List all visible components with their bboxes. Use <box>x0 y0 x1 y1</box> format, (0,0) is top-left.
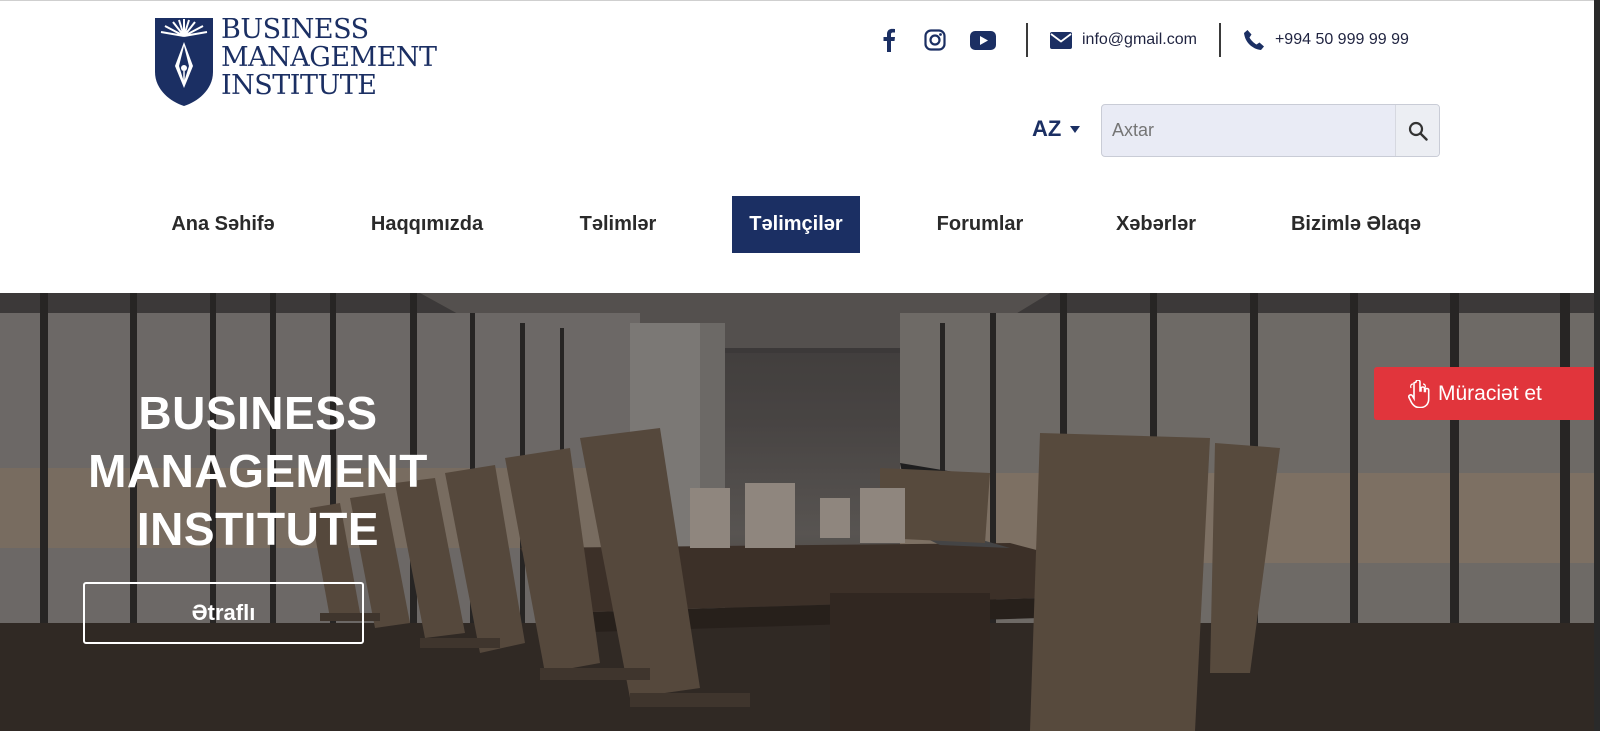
search-input[interactable] <box>1102 105 1395 156</box>
search-button[interactable] <box>1395 105 1439 156</box>
logo-text: BUSINESS MANAGEMENT INSTITUTE <box>221 16 437 100</box>
hero-title: BUSINESS MANAGEMENT INSTITUTE <box>83 384 433 558</box>
hero-title-line-1: BUSINESS <box>138 387 378 439</box>
hero-title-line-2: MANAGEMENT <box>88 445 428 497</box>
email-text: info@gmail.com <box>1082 31 1197 48</box>
phone-link[interactable]: +994 50 999 99 99 <box>1243 29 1409 51</box>
main-nav: Ana Səhifə Haqqımızda Təlimlər Təlimçilə… <box>0 196 1594 253</box>
phone-icon <box>1243 30 1264 50</box>
contact-bar: info@gmail.com +994 50 999 99 99 <box>876 22 1409 58</box>
phone-text: +994 50 999 99 99 <box>1274 31 1409 48</box>
logo-line-3: INSTITUTE <box>221 70 377 101</box>
hero-banner: BUSINESS MANAGEMENT INSTITUTE Ətraflı Mü… <box>0 293 1594 731</box>
nav-item-home[interactable]: Ana Səhifə <box>153 196 293 253</box>
facebook-icon[interactable] <box>876 27 902 53</box>
site-logo[interactable]: BUSINESS MANAGEMENT INSTITUTE <box>153 16 437 108</box>
search-icon <box>1408 121 1428 141</box>
youtube-icon[interactable] <box>968 27 998 53</box>
top-border <box>0 0 1600 1</box>
hand-pointer-icon <box>1408 379 1430 408</box>
nav-item-about[interactable]: Haqqımızda <box>350 196 504 253</box>
site-header: BUSINESS MANAGEMENT INSTITUTE info@gmail… <box>0 0 1594 293</box>
logo-shield-icon <box>155 18 213 106</box>
logo-line-1: BUSINESS <box>221 14 369 45</box>
envelope-icon <box>1050 31 1072 49</box>
instagram-icon[interactable] <box>922 27 948 53</box>
apply-button[interactable]: Müraciət et <box>1374 367 1594 420</box>
email-link[interactable]: info@gmail.com <box>1050 31 1197 49</box>
language-selector[interactable]: AZ <box>1032 116 1081 142</box>
apply-button-label: Müraciət et <box>1438 381 1542 405</box>
nav-item-contact[interactable]: Bizimlə Əlaqə <box>1270 196 1442 253</box>
caret-down-icon <box>1070 125 1081 133</box>
scrollbar[interactable] <box>1594 0 1600 731</box>
more-button[interactable]: Ətraflı <box>83 582 364 644</box>
divider <box>1026 23 1028 57</box>
nav-item-trainings[interactable]: Təlimlər <box>560 196 676 253</box>
search-box <box>1101 104 1440 157</box>
nav-item-forums[interactable]: Forumlar <box>918 196 1042 253</box>
language-label: AZ <box>1032 116 1062 141</box>
hero-title-line-3: INSTITUTE <box>136 503 380 555</box>
nav-item-news[interactable]: Xəbərlər <box>1098 196 1214 253</box>
nav-item-trainers[interactable]: Təlimçilər <box>732 196 860 253</box>
logo-line-2: MANAGEMENT <box>221 42 437 73</box>
divider <box>1218 23 1221 57</box>
